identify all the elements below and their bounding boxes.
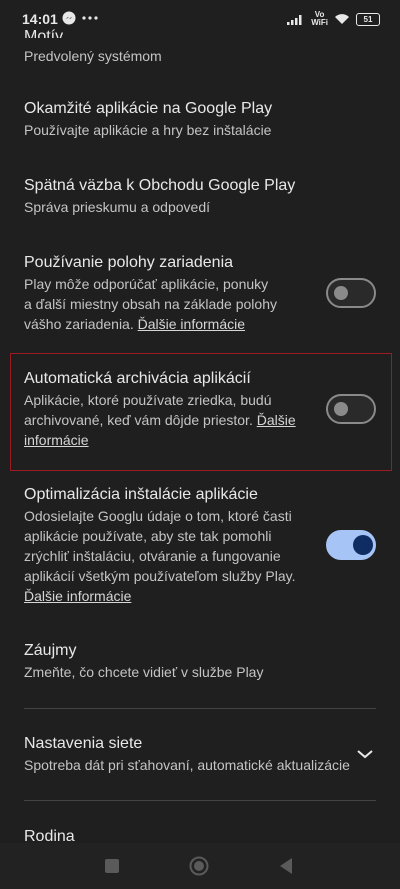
location-setting[interactable]: Používanie polohy zariadenia Play môže o… xyxy=(24,252,354,334)
more-notifications-icon xyxy=(82,16,98,20)
instant-apps-title: Okamžité aplikácie na Google Play xyxy=(24,100,273,117)
status-time: 14:01 xyxy=(22,11,58,27)
network-settings-section[interactable]: Nastavenia siete Spotreba dát pri sťahov… xyxy=(24,733,354,775)
location-toggle[interactable] xyxy=(326,278,376,308)
network-subtitle: Spotreba dát pri sťahovaní, automatické … xyxy=(24,757,350,773)
optimize-install-toggle[interactable] xyxy=(326,530,376,560)
auto-archive-desc-line1: Aplikácie, ktoré používate zriedka, budú xyxy=(24,392,272,408)
home-icon[interactable] xyxy=(189,856,209,876)
messenger-icon xyxy=(62,11,76,25)
feedback-setting[interactable]: Spätná väzba k Obchodu Google Play Správ… xyxy=(24,175,376,217)
location-title: Používanie polohy zariadenia xyxy=(24,254,234,271)
signal-icon xyxy=(287,15,302,25)
feedback-title: Spätná väzba k Obchodu Google Play xyxy=(24,177,296,194)
optimize-desc-line2: aplikácie používate, aby ste tak pomohli xyxy=(24,528,272,544)
optimize-desc-line1: Odosielajte Googlu údaje o tom, ktoré ča… xyxy=(24,508,292,524)
optimize-learn-more-link[interactable]: Ďalšie informácie xyxy=(24,588,131,604)
location-desc-line2: a ďalší miestny obsah na základe polohy xyxy=(24,296,277,312)
battery-icon: 51 xyxy=(356,12,380,26)
recents-icon[interactable] xyxy=(105,859,119,873)
location-desc-line3: vášho zariadenia. xyxy=(24,316,134,332)
back-icon[interactable] xyxy=(279,857,293,875)
feedback-subtitle: Správa prieskumu a odpovedí xyxy=(24,199,210,215)
divider xyxy=(24,708,376,709)
optimize-install-title: Optimalizácia inštalácie aplikácie xyxy=(24,486,258,503)
interests-subtitle: Zmeňte, čo chcete vidieť v službe Play xyxy=(24,664,264,680)
navigation-bar xyxy=(0,843,400,889)
location-learn-more-link[interactable]: Ďalšie informácie xyxy=(138,316,245,332)
instant-apps-subtitle: Používajte aplikácie a hry bez inštaláci… xyxy=(24,122,272,138)
optimize-install-setting[interactable]: Optimalizácia inštalácie aplikácie Odosi… xyxy=(24,484,354,606)
motiv-subtitle: Predvolený systémom xyxy=(24,48,162,64)
motiv-title: Motív xyxy=(24,28,64,38)
interests-title: Záujmy xyxy=(24,642,77,659)
optimize-desc-line4: aplikácií všetkým používateľom služby Pl… xyxy=(24,568,296,584)
auto-archive-setting[interactable]: Automatická archivácia aplikácií Aplikác… xyxy=(24,368,354,450)
vowifi-icon: Vo WiFi xyxy=(311,10,328,27)
wifi-icon xyxy=(335,14,349,24)
location-desc-line1: Play môže odporúčať aplikácie, ponuky xyxy=(24,276,269,292)
auto-archive-toggle[interactable] xyxy=(326,394,376,424)
network-title: Nastavenia siete xyxy=(24,735,143,752)
instant-apps-setting[interactable]: Okamžité aplikácie na Google Play Použív… xyxy=(24,98,376,140)
auto-archive-title: Automatická archivácia aplikácií xyxy=(24,370,251,387)
auto-archive-learn-more-link-a[interactable]: Ďalšie xyxy=(257,412,296,428)
divider xyxy=(24,800,376,801)
motiv-setting[interactable]: Predvolený systémom xyxy=(24,46,354,66)
chevron-down-icon[interactable] xyxy=(356,748,374,760)
auto-archive-learn-more-link-b[interactable]: informácie xyxy=(24,432,89,448)
optimize-desc-line3: zrýchliť inštaláciu, otváranie a fungova… xyxy=(24,548,281,564)
interests-setting[interactable]: Záujmy Zmeňte, čo chcete vidieť v službe… xyxy=(24,640,354,682)
auto-archive-desc-line2: archivované, keď vám dôjde priestor. xyxy=(24,412,253,428)
